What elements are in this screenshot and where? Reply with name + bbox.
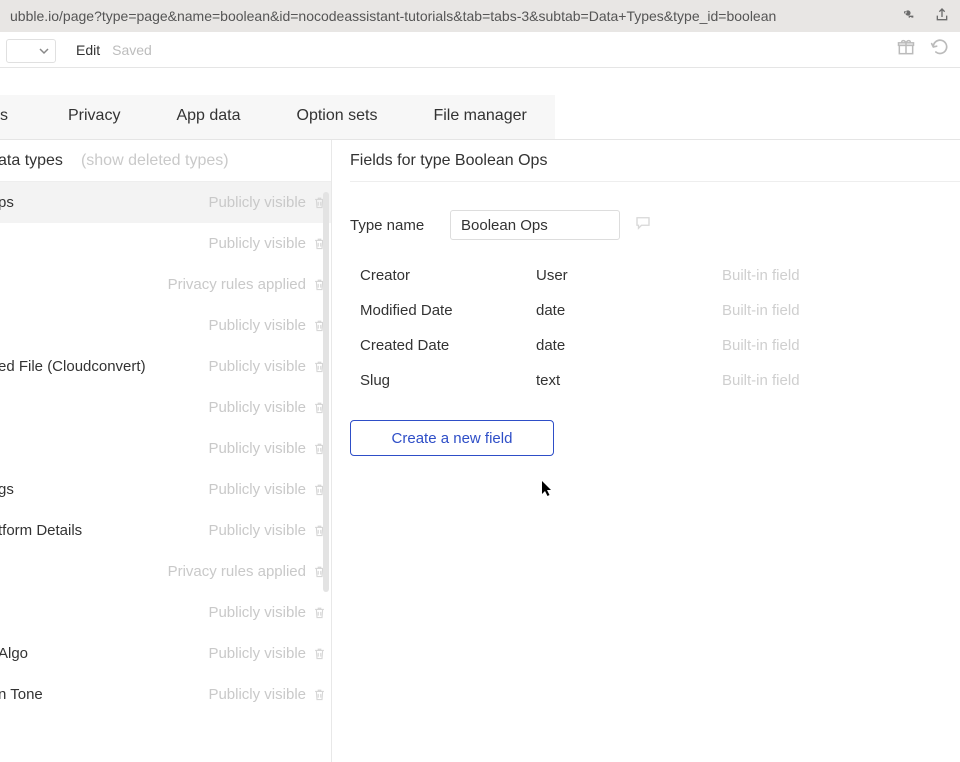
field-builtin-label: Built-in field: [722, 372, 800, 389]
type-row[interactable]: Privacy rules applied: [0, 551, 331, 592]
type-row[interactable]: AlgoPublicly visible: [0, 633, 331, 674]
type-row[interactable]: psPublicly visible: [0, 182, 331, 223]
field-builtin-label: Built-in field: [722, 302, 800, 319]
data-types-sidebar: ata types (show deleted types) psPublicl…: [0, 140, 332, 762]
trash-icon[interactable]: [312, 605, 327, 620]
type-name-input[interactable]: [450, 210, 620, 240]
type-row[interactable]: Publicly visible: [0, 223, 331, 264]
type-row-label: ps: [0, 194, 208, 211]
visibility-label: Publicly visible: [208, 194, 306, 211]
comment-icon[interactable]: [634, 214, 652, 237]
field-name: Modified Date: [350, 302, 536, 319]
page-dropdown[interactable]: [6, 39, 56, 63]
field-row[interactable]: Created DatedateBuilt-in field: [350, 328, 960, 363]
type-row-label: ed File (Cloudconvert): [0, 358, 208, 375]
fields-panel: Fields for type Boolean Ops Type name Cr…: [332, 140, 960, 762]
visibility-label: Publicly visible: [208, 399, 306, 416]
show-deleted-toggle[interactable]: (show deleted types): [81, 152, 229, 170]
type-row-label: n Tone: [0, 686, 208, 703]
visibility-label: Privacy rules applied: [168, 276, 306, 293]
type-row[interactable]: Publicly visible: [0, 592, 331, 633]
visibility-label: Publicly visible: [208, 358, 306, 375]
visibility-label: Publicly visible: [208, 481, 306, 498]
field-type: text: [536, 372, 722, 389]
tab-option-sets[interactable]: Option sets: [269, 97, 406, 137]
type-row-label: tform Details: [0, 522, 208, 539]
tab-types[interactable]: s: [0, 97, 40, 137]
fields-table: CreatorUserBuilt-in fieldModified Dateda…: [350, 258, 960, 398]
type-row[interactable]: n TonePublicly visible: [0, 674, 331, 715]
visibility-label: Publicly visible: [208, 522, 306, 539]
fields-header: Fields for type Boolean Ops: [350, 140, 960, 182]
visibility-label: Publicly visible: [208, 440, 306, 457]
type-row[interactable]: Privacy rules applied: [0, 264, 331, 305]
create-field-button[interactable]: Create a new field: [350, 420, 554, 456]
trash-icon[interactable]: [312, 687, 327, 702]
visibility-label: Privacy rules applied: [168, 563, 306, 580]
top-toolbar: Edit Saved: [0, 32, 960, 68]
data-tabs: s Privacy App data Option sets File mana…: [0, 68, 960, 140]
field-name: Created Date: [350, 337, 536, 354]
type-name-label: Type name: [350, 217, 450, 234]
types-list[interactable]: psPublicly visiblePublicly visiblePrivac…: [0, 182, 331, 762]
share-icon[interactable]: [934, 7, 950, 26]
mouse-cursor: [540, 480, 554, 503]
key-icon[interactable]: [900, 7, 916, 26]
sidebar-title: ata types: [0, 152, 63, 170]
trash-icon[interactable]: [312, 646, 327, 661]
field-type: date: [536, 337, 722, 354]
visibility-label: Publicly visible: [208, 686, 306, 703]
undo-icon[interactable]: [930, 37, 950, 62]
type-row[interactable]: Publicly visible: [0, 428, 331, 469]
gift-icon[interactable]: [896, 37, 916, 62]
tab-privacy[interactable]: Privacy: [40, 97, 148, 137]
type-row[interactable]: tform DetailsPublicly visible: [0, 510, 331, 551]
field-builtin-label: Built-in field: [722, 267, 800, 284]
visibility-label: Publicly visible: [208, 604, 306, 621]
visibility-label: Publicly visible: [208, 317, 306, 334]
field-name: Creator: [350, 267, 536, 284]
field-row[interactable]: CreatorUserBuilt-in field: [350, 258, 960, 293]
field-type: date: [536, 302, 722, 319]
field-row[interactable]: SlugtextBuilt-in field: [350, 363, 960, 398]
tab-file-manager[interactable]: File manager: [405, 97, 554, 137]
type-row[interactable]: Publicly visible: [0, 305, 331, 346]
tab-app-data[interactable]: App data: [148, 97, 268, 137]
type-row[interactable]: ed File (Cloudconvert)Publicly visible: [0, 346, 331, 387]
edit-mode-label[interactable]: Edit: [76, 42, 100, 58]
type-row[interactable]: Publicly visible: [0, 387, 331, 428]
browser-address-bar: ubble.io/page?type=page&name=boolean&id=…: [0, 0, 960, 32]
type-row-label: Algo: [0, 645, 208, 662]
field-row[interactable]: Modified DatedateBuilt-in field: [350, 293, 960, 328]
type-row[interactable]: gsPublicly visible: [0, 469, 331, 510]
browser-url[interactable]: ubble.io/page?type=page&name=boolean&id=…: [10, 8, 900, 24]
visibility-label: Publicly visible: [208, 235, 306, 252]
saved-status: Saved: [112, 42, 152, 58]
scrollbar[interactable]: [323, 192, 329, 592]
field-builtin-label: Built-in field: [722, 337, 800, 354]
field-name: Slug: [350, 372, 536, 389]
field-type: User: [536, 267, 722, 284]
type-row-label: gs: [0, 481, 208, 498]
visibility-label: Publicly visible: [208, 645, 306, 662]
